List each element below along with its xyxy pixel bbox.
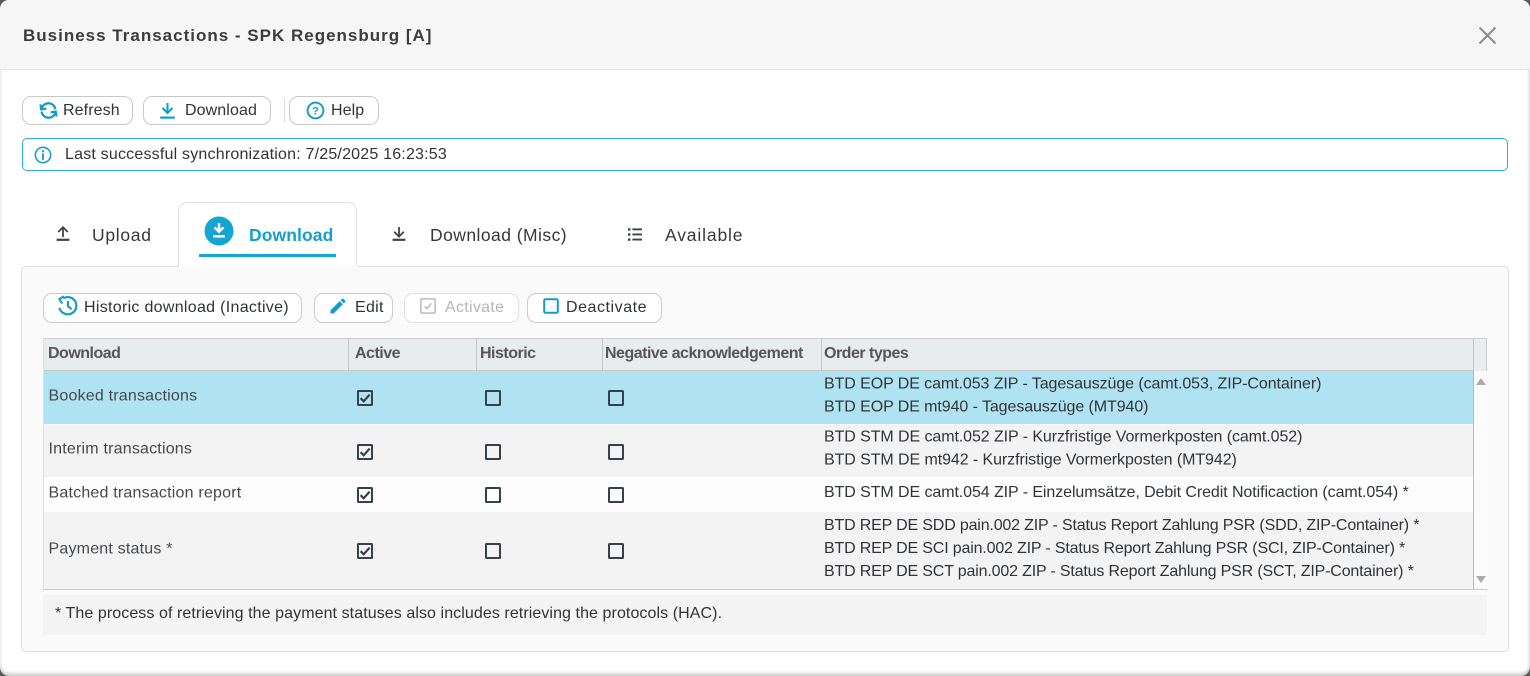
svg-text:?: ? (312, 105, 319, 117)
